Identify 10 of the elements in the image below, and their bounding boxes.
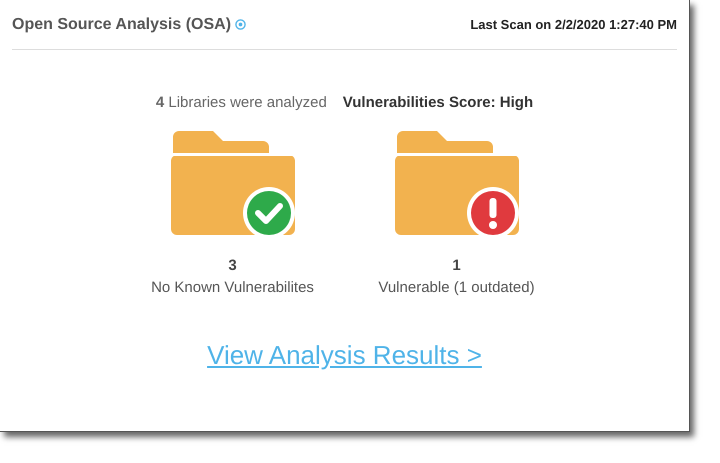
view-results-link[interactable]: View Analysis Results > xyxy=(207,336,482,374)
group-label: No Known Vulnerabilites xyxy=(151,278,314,298)
panel-title: Open Source Analysis (OSA) xyxy=(12,14,232,34)
group-label: Vulnerable (1 outdated) xyxy=(378,278,535,298)
count-text: 3 xyxy=(228,256,237,276)
count-text: 1 xyxy=(452,256,461,276)
info-icon[interactable] xyxy=(235,19,246,30)
libraries-count-text: 4 Libraries were analyzed xyxy=(156,93,327,113)
last-scan-text: Last Scan on 2/2/2020 1:27:40 PM xyxy=(470,16,677,34)
score-text: Vulnerabilities Score: High xyxy=(342,93,534,113)
